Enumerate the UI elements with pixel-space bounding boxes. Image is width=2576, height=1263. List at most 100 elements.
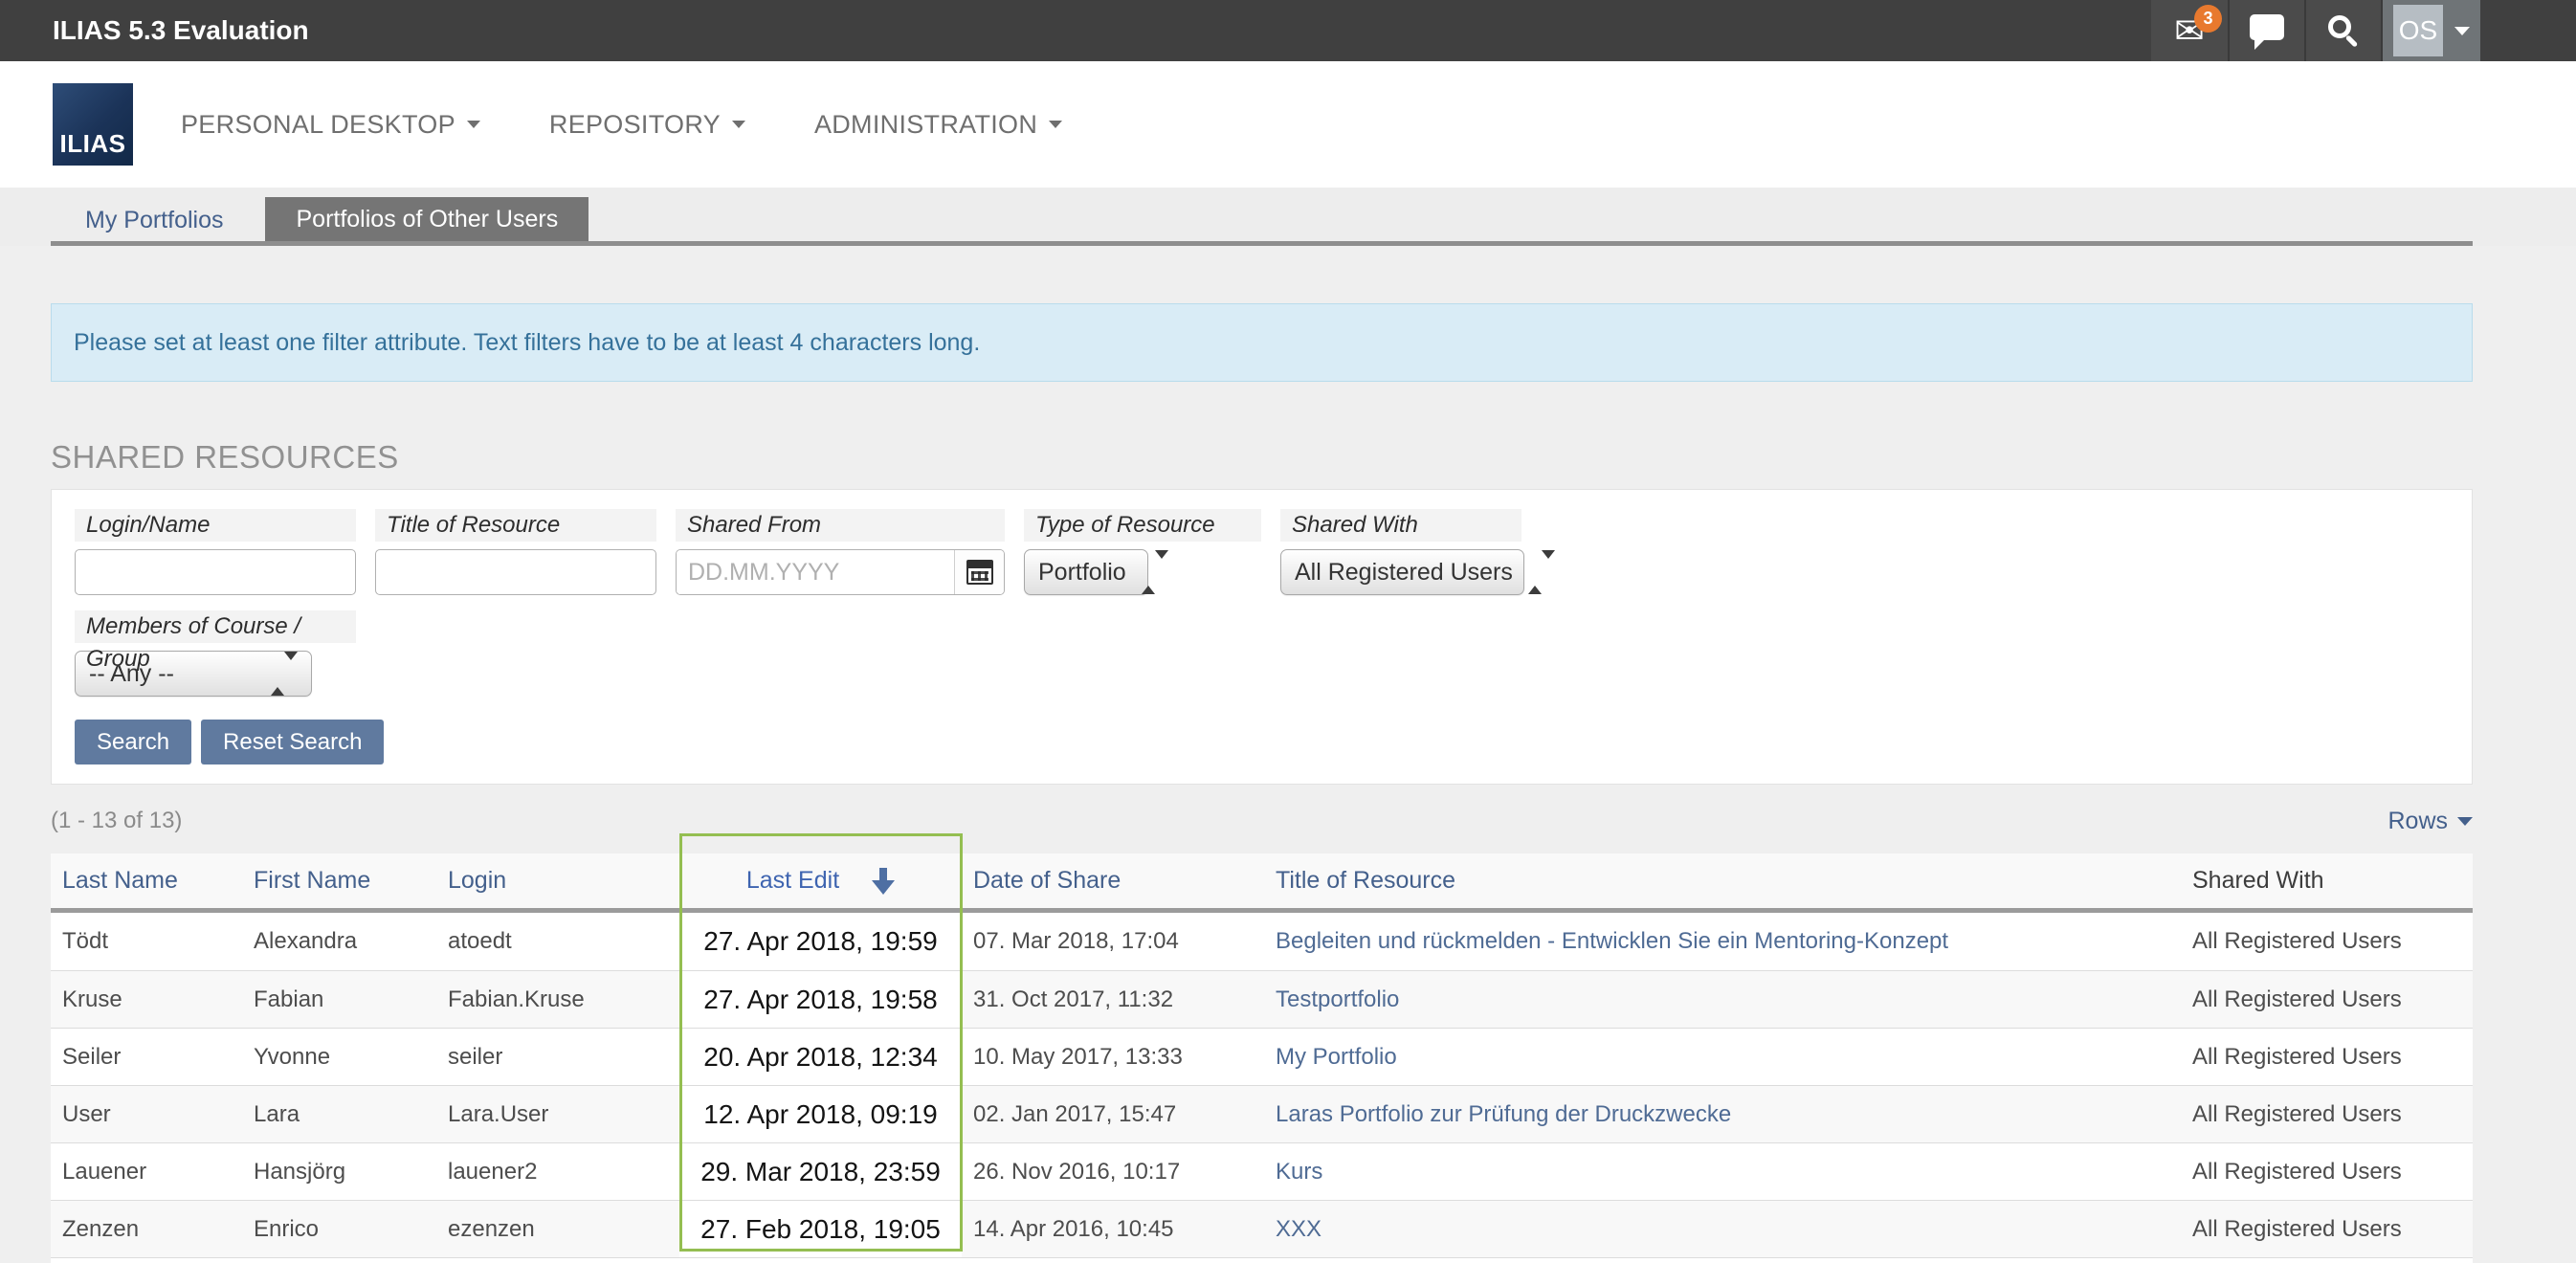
cell-last-edit: 27. Apr 2018, 19:58 <box>679 971 962 1028</box>
cell-login: seiler <box>436 1044 679 1071</box>
cell-first-name: Alexandra <box>242 928 436 955</box>
select-arrows-icon <box>271 660 298 688</box>
cell-login: Lara.User <box>436 1101 679 1128</box>
selected-value: Portfolio <box>1038 559 1126 587</box>
select-arrows-icon <box>1528 559 1555 587</box>
cell-last-name: Lauener <box>51 1159 242 1185</box>
title-of-resource-input[interactable] <box>375 549 656 595</box>
type-of-resource-select[interactable]: Portfolio <box>1024 549 1148 595</box>
user-menu-button[interactable]: OS <box>2381 0 2480 61</box>
col-header-login[interactable]: Login <box>436 867 679 895</box>
cell-last-name: Zenzen <box>51 1216 242 1243</box>
calendar-picker-button[interactable] <box>954 550 1004 594</box>
filter-panel: Login/Name Title of Resource Shared From… <box>51 489 2473 785</box>
cell-last-edit: 29. Mar 2018, 23:59 <box>679 1143 962 1200</box>
filter-field-title: Title of Resource <box>375 509 656 595</box>
table-body: Tödt Alexandra atoedt 27. Apr 2018, 19:5… <box>51 913 2473 1257</box>
resource-title-link[interactable]: Testportfolio <box>1276 986 1399 1012</box>
rows-label: Rows <box>2387 808 2448 835</box>
nav-repository[interactable]: REPOSITORY <box>549 110 745 140</box>
page-title: SHARED RESOURCES <box>51 439 2473 476</box>
cell-date-of-share: 26. Nov 2016, 10:17 <box>962 1159 1264 1185</box>
table-row: Lauener Hansjörg lauener2 29. Mar 2018, … <box>51 1142 2473 1200</box>
cell-last-edit: 12. Apr 2018, 09:19 <box>679 1086 962 1142</box>
col-header-last-name[interactable]: Last Name <box>51 867 242 895</box>
nav-label: REPOSITORY <box>549 110 721 140</box>
cell-date-of-share: 10. May 2017, 13:33 <box>962 1044 1264 1071</box>
cell-last-name: User <box>51 1101 242 1128</box>
resource-title-link[interactable]: My Portfolio <box>1276 1044 1397 1070</box>
resource-title-link[interactable]: Begleiten und rückmelden - Entwicklen Si… <box>1276 928 1948 954</box>
resource-title-link[interactable]: Laras Portfolio zur Prüfung der Druckzwe… <box>1276 1101 1731 1127</box>
cell-first-name: Fabian <box>242 986 436 1013</box>
resource-title-link[interactable]: XXX <box>1276 1216 1321 1242</box>
table-row: User Lara Lara.User 12. Apr 2018, 09:19 … <box>51 1085 2473 1142</box>
shared-from-label: Shared From <box>676 509 1005 542</box>
ilias-logo[interactable]: ILIAS <box>53 83 133 166</box>
chat-button[interactable] <box>2228 0 2304 61</box>
table-row: Tödt Alexandra atoedt 27. Apr 2018, 19:5… <box>51 913 2473 970</box>
cell-first-name: Hansjörg <box>242 1159 436 1185</box>
logo-text: ILIAS <box>60 129 126 159</box>
cell-login: ezenzen <box>436 1216 679 1243</box>
shared-from-date-input[interactable] <box>677 550 954 594</box>
col-header-date-of-share[interactable]: Date of Share <box>962 867 1264 895</box>
filter-field-login: Login/Name <box>75 509 356 595</box>
cell-login: atoedt <box>436 928 679 955</box>
tab-strip: My Portfolios Portfolios of Other Users <box>0 188 2576 246</box>
nav-label: PERSONAL DESKTOP <box>181 110 455 140</box>
cell-first-name: Enrico <box>242 1216 436 1243</box>
calendar-icon <box>966 560 993 585</box>
cell-shared-with: All Registered Users <box>2181 986 2473 1013</box>
main-nav: PERSONAL DESKTOP REPOSITORY ADMINISTRATI… <box>181 110 1062 140</box>
cell-login: Fabian.Kruse <box>436 986 679 1013</box>
topbar-actions: ✉ 3 OS <box>2151 0 2480 61</box>
cell-last-name: Kruse <box>51 986 242 1013</box>
col-header-last-edit[interactable]: Last Edit <box>679 867 962 895</box>
cell-date-of-share: 07. Mar 2018, 17:04 <box>962 928 1264 955</box>
login-name-input[interactable] <box>75 549 356 595</box>
cell-shared-with: All Registered Users <box>2181 1044 2473 1071</box>
search-button[interactable]: Search <box>75 720 191 764</box>
selected-value: All Registered Users <box>1295 559 1513 587</box>
cell-last-edit: 20. Apr 2018, 12:34 <box>679 1029 962 1085</box>
col-header-first-name[interactable]: First Name <box>242 867 436 895</box>
sort-descending-icon[interactable] <box>872 868 895 895</box>
filter-field-members: Members of Course / Group -- Any -- <box>75 610 356 697</box>
col-header-title[interactable]: Title of Resource <box>1264 867 2181 895</box>
shared-with-select[interactable]: All Registered Users <box>1280 549 1524 595</box>
cell-shared-with: All Registered Users <box>2181 1101 2473 1128</box>
table-row: Zenzen Enrico ezenzen 27. Feb 2018, 19:0… <box>51 1200 2473 1257</box>
chat-icon <box>2250 14 2284 40</box>
cell-shared-with: All Registered Users <box>2181 1216 2473 1243</box>
cell-last-name: Seiler <box>51 1044 242 1071</box>
nav-administration[interactable]: ADMINISTRATION <box>814 110 1062 140</box>
filter-field-type: Type of Resource Portfolio <box>1024 509 1261 595</box>
chevron-down-icon <box>732 121 745 128</box>
page-content: Please set at least one filter attribute… <box>51 303 2473 1263</box>
shared-resources-table: Last Name First Name Login Last Edit Dat… <box>51 853 2473 1263</box>
tab-portfolios-of-other-users[interactable]: Portfolios of Other Users <box>265 197 588 241</box>
top-bar: ILIAS 5.3 Evaluation ✉ 3 OS <box>0 0 2576 61</box>
cell-first-name: Yvonne <box>242 1044 436 1071</box>
chevron-down-icon <box>2454 27 2470 35</box>
rows-dropdown[interactable]: Rows <box>2387 808 2473 835</box>
app-title: ILIAS 5.3 Evaluation <box>53 0 309 61</box>
main-header: ILIAS PERSONAL DESKTOP REPOSITORY ADMINI… <box>0 61 2576 188</box>
reset-search-button[interactable]: Reset Search <box>201 720 384 764</box>
search-icon <box>2328 15 2351 38</box>
nav-personal-desktop[interactable]: PERSONAL DESKTOP <box>181 110 480 140</box>
search-button[interactable] <box>2304 0 2381 61</box>
resource-title-link[interactable]: Kurs <box>1276 1159 1322 1185</box>
mail-button[interactable]: ✉ 3 <box>2151 0 2228 61</box>
members-label: Members of Course / Group <box>75 610 356 643</box>
cell-date-of-share: 14. Apr 2016, 10:45 <box>962 1216 1264 1243</box>
cell-date-of-share: 31. Oct 2017, 11:32 <box>962 986 1264 1013</box>
cell-login: lauener2 <box>436 1159 679 1185</box>
table-row: Seiler Yvonne seiler 20. Apr 2018, 12:34… <box>51 1028 2473 1085</box>
cell-first-name: Lara <box>242 1101 436 1128</box>
select-arrows-icon <box>1142 559 1168 587</box>
tab-my-portfolios[interactable]: My Portfolios <box>68 199 240 241</box>
col-header-shared-with: Shared With <box>2181 867 2473 895</box>
type-of-resource-label: Type of Resource <box>1024 509 1261 542</box>
